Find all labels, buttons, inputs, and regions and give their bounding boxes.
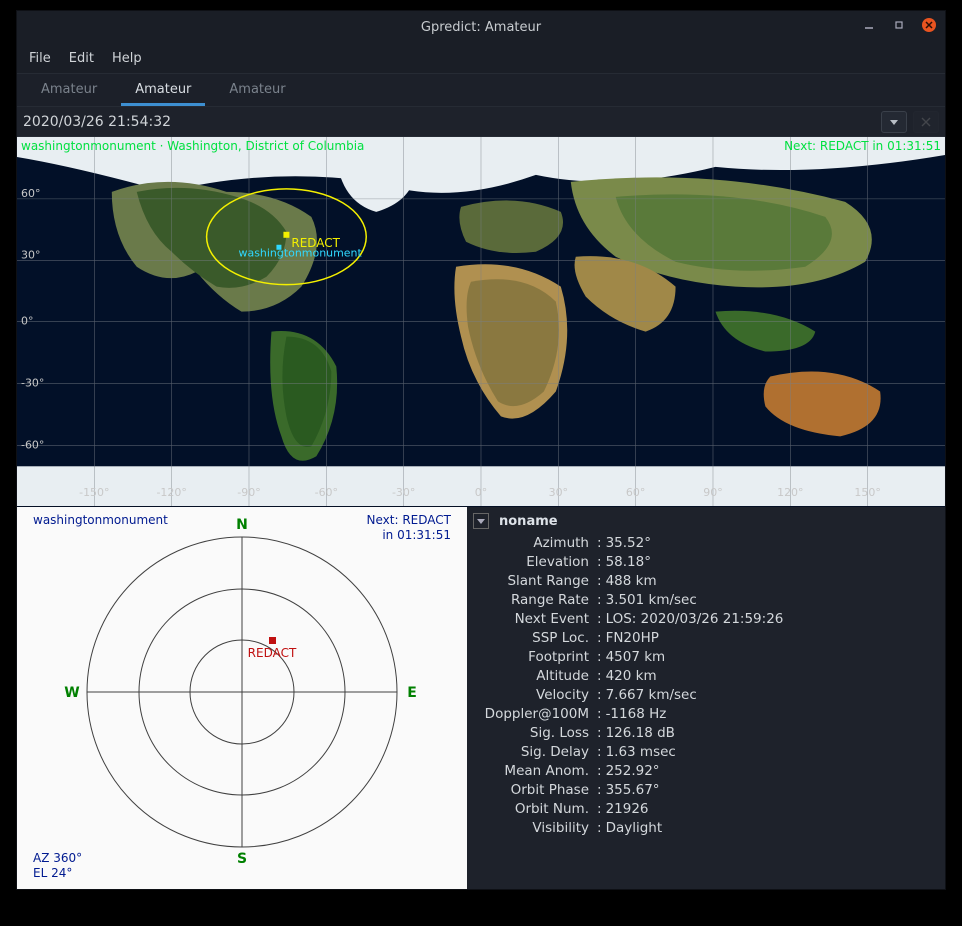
- compass-w: W: [64, 685, 79, 701]
- titlebar: Gpredict: Amateur: [17, 11, 945, 43]
- lat-tick: -30°: [21, 376, 44, 389]
- close-icon[interactable]: [921, 17, 937, 33]
- menubar: File Edit Help: [17, 43, 945, 73]
- detail-value: :4507 km: [593, 649, 935, 665]
- lat-tick: -60°: [21, 438, 44, 451]
- detail-key: Mean Anom.: [473, 763, 593, 779]
- map-ground-label: washingtonmonument: [239, 247, 363, 260]
- maximize-icon[interactable]: [891, 17, 907, 33]
- world-map[interactable]: washingtonmonument · Washington, Distric…: [17, 137, 945, 507]
- compass-e: E: [407, 685, 417, 701]
- lon-tick: -120°: [156, 486, 186, 499]
- detail-value: :126.18 dB: [593, 725, 935, 741]
- detail-value: :FN20HP: [593, 630, 935, 646]
- lon-tick: -150°: [79, 486, 109, 499]
- bottom-row: washingtonmonument Next: REDACT in 01:31…: [17, 507, 945, 889]
- detail-key: Footprint: [473, 649, 593, 665]
- polar-view[interactable]: washingtonmonument Next: REDACT in 01:31…: [17, 507, 467, 889]
- detail-key: Azimuth: [473, 535, 593, 551]
- lon-tick: 120°: [777, 486, 803, 499]
- lon-tick: -60°: [315, 486, 338, 499]
- detail-key: Visibility: [473, 820, 593, 836]
- module-options-button[interactable]: [881, 111, 907, 133]
- detail-key: Orbit Phase: [473, 782, 593, 798]
- minimize-icon[interactable]: [861, 17, 877, 33]
- lon-tick: -90°: [237, 486, 260, 499]
- detail-value: :7.667 km/sec: [593, 687, 935, 703]
- detail-key: Orbit Num.: [473, 801, 593, 817]
- lat-tick: 30°: [21, 249, 40, 262]
- tab-amateur-2[interactable]: Amateur: [215, 74, 299, 106]
- detail-key: Doppler@100M: [473, 706, 593, 722]
- detail-key: Sig. Loss: [473, 725, 593, 741]
- detail-key: Next Event: [473, 611, 593, 627]
- detail-value: :252.92°: [593, 763, 935, 779]
- lat-tick: 0°: [21, 315, 33, 328]
- map-next-label: Next: REDACT in 01:31:51: [784, 139, 941, 153]
- menu-file[interactable]: File: [29, 51, 51, 66]
- detail-value: :58.18°: [593, 554, 935, 570]
- app-window: Gpredict: Amateur File Edit Help Amateur…: [16, 10, 946, 890]
- lon-tick: 0°: [475, 486, 487, 499]
- compass-n: N: [236, 517, 248, 533]
- detail-value: :488 km: [593, 573, 935, 589]
- satellite-details-pane: noname Azimuth:35.52°Elevation:58.18°Sla…: [467, 507, 945, 889]
- detail-key: Sig. Delay: [473, 744, 593, 760]
- compass-s: S: [237, 851, 247, 867]
- map-canvas: REDACT washingtonmonument 60° 30° 0° -30…: [17, 137, 945, 506]
- detail-value: :355.67°: [593, 782, 935, 798]
- lon-tick: 30°: [549, 486, 568, 499]
- detail-key: Range Rate: [473, 592, 593, 608]
- details-sat-name: noname: [499, 514, 558, 529]
- detail-value: :1.63 msec: [593, 744, 935, 760]
- detail-key: Velocity: [473, 687, 593, 703]
- detail-value: :35.52°: [593, 535, 935, 551]
- lon-tick: -30°: [392, 486, 415, 499]
- module-close-button[interactable]: [913, 111, 939, 133]
- satellite-marker[interactable]: [283, 232, 289, 238]
- detail-value: :420 km: [593, 668, 935, 684]
- polar-canvas: N S E W REDACT: [17, 507, 467, 877]
- detail-key: Elevation: [473, 554, 593, 570]
- window-controls: [861, 17, 937, 33]
- detail-value: :-1168 Hz: [593, 706, 935, 722]
- lat-tick: 60°: [21, 187, 40, 200]
- menu-edit[interactable]: Edit: [69, 51, 94, 66]
- tab-amateur-0[interactable]: Amateur: [27, 74, 111, 106]
- menu-help[interactable]: Help: [112, 51, 142, 66]
- details-table: Azimuth:35.52°Elevation:58.18°Slant Rang…: [473, 535, 935, 836]
- status-row: 2020/03/26 21:54:32: [17, 107, 945, 137]
- polar-sat-label: REDACT: [248, 646, 297, 660]
- detail-key: Altitude: [473, 668, 593, 684]
- polar-sat-marker[interactable]: [269, 637, 276, 644]
- detail-value: :LOS: 2020/03/26 21:59:26: [593, 611, 935, 627]
- details-expand-icon[interactable]: [473, 513, 489, 529]
- lon-tick: 60°: [626, 486, 645, 499]
- tabbar: Amateur Amateur Amateur: [17, 73, 945, 107]
- lon-tick: 90°: [703, 486, 722, 499]
- clock-label: 2020/03/26 21:54:32: [23, 114, 875, 130]
- window-title: Gpredict: Amateur: [421, 20, 541, 35]
- lon-tick: 150°: [854, 486, 880, 499]
- detail-value: :21926: [593, 801, 935, 817]
- detail-key: Slant Range: [473, 573, 593, 589]
- map-station-label: washingtonmonument · Washington, Distric…: [21, 139, 364, 153]
- detail-key: SSP Loc.: [473, 630, 593, 646]
- detail-value: :3.501 km/sec: [593, 592, 935, 608]
- tab-amateur-1[interactable]: Amateur: [121, 74, 205, 106]
- detail-value: :Daylight: [593, 820, 935, 836]
